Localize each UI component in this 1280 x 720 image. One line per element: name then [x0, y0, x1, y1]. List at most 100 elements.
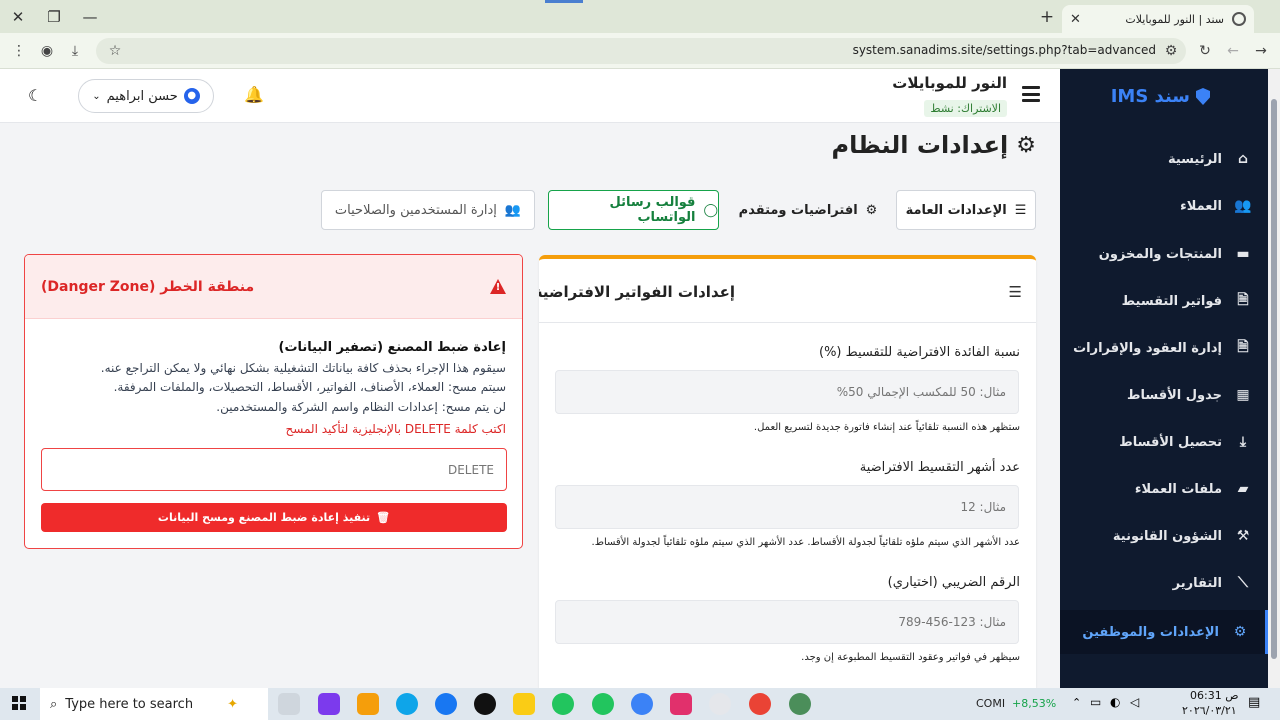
url-box[interactable]: system.sanadims.site/settings.php?tab=ad… [96, 38, 1186, 64]
tiktok-icon[interactable] [474, 693, 496, 715]
site-settings-icon[interactable]: ⚙ [1160, 40, 1182, 62]
sidebar-item-7[interactable]: ▰ ملفات العملاء [1060, 467, 1268, 511]
tray-chevron-icon[interactable]: ⌃ [1072, 696, 1081, 709]
tab-users-permissions[interactable]: 👥 إدارة المستخدمين والصلاحيات [321, 190, 535, 230]
scrollbar-thumb[interactable] [1271, 99, 1277, 659]
brand-logo[interactable]: سند IMS [1111, 86, 1210, 107]
battery-icon[interactable]: ▭ [1090, 695, 1101, 709]
sidebar: سند IMS ⌂ الرئيسية 👥 العملاء ▬ المنتجات والمخ… [1060, 69, 1268, 688]
sidebar-item-5[interactable]: ▦ جدول الأقساط [1060, 373, 1268, 417]
minimize-window-icon[interactable]: — [72, 0, 108, 33]
sliders-icon: ☰ [1008, 283, 1022, 301]
sidebar-item-label: تحصيل الأقساط [1119, 434, 1222, 450]
sidebar-item-4[interactable]: 🗎 إدارة العقود والإقرارات [1060, 326, 1268, 370]
new-tab-button[interactable]: + [1036, 6, 1058, 28]
tab-indicator [545, 0, 583, 3]
user-name: حسن ابراهيم [106, 88, 178, 104]
sidebar-item-0[interactable]: ⌂ الرئيسية [1060, 137, 1268, 181]
page-scrollbar[interactable] [1268, 69, 1280, 688]
chart-icon: ⟋ [1238, 575, 1248, 591]
sidebar-item-label: التقارير [1172, 575, 1222, 591]
sidebar-item-9[interactable]: ⟋ التقارير [1060, 561, 1268, 605]
store-icon[interactable] [357, 693, 379, 715]
more-menu-icon[interactable]: ⋮ [8, 40, 30, 62]
copilot-icon[interactable] [318, 693, 340, 715]
calendar-icon: ▦ [1236, 387, 1250, 403]
instagram-icon[interactable] [670, 693, 692, 715]
interest-rate-input[interactable] [555, 370, 1019, 414]
chrome-active-icon[interactable] [789, 693, 811, 715]
close-window-icon[interactable]: ✕ [0, 0, 36, 33]
sidebar-item-10[interactable]: ⚙ الإعدادات والموظفين [1060, 610, 1268, 654]
sparkle-icon: ✦ [227, 696, 238, 712]
will-delete-text: سيتم مسح: العملاء، الأصناف، الفواتير، ال… [113, 380, 506, 394]
stock-ticker[interactable]: COMI [976, 697, 1005, 710]
back-icon[interactable]: → [1250, 40, 1272, 62]
factory-reset-button[interactable]: 🗑 تنفيذ إعادة ضبط المصنع ومسح البيانات [41, 503, 507, 532]
months-input[interactable] [555, 485, 1019, 529]
volume-icon[interactable]: ◁ [1130, 695, 1139, 709]
tax-number-input[interactable] [555, 600, 1019, 644]
file-invoice-icon: 🗎 [1237, 292, 1249, 308]
sidebar-item-label: المنتجات والمخزون [1098, 246, 1222, 262]
subscription-badge: الاشتراك: نشط [924, 100, 1007, 117]
dark-mode-icon[interactable]: ☾ [28, 86, 42, 105]
reset-title: إعادة ضبط المصنع (تصفير البيانات) [278, 340, 507, 355]
browser-tab-bar: ✕ ❐ — + ✕ سند | النور للموبايلات [0, 0, 1280, 33]
clock-date[interactable]: ٢٠٢٦/٠٣/٢١ [1182, 704, 1237, 717]
danger-zone-card: ! منطقة الخطر (Danger Zone) إعادة ضبط ال… [24, 254, 523, 549]
clock-time[interactable]: 06:31 ص [1190, 689, 1239, 702]
forward-icon[interactable]: ← [1222, 40, 1244, 62]
tab-general-settings[interactable]: ☰ الإعدادات العامة [896, 190, 1036, 230]
task-view-icon[interactable] [278, 693, 300, 715]
menu-toggle-icon[interactable] [1022, 86, 1040, 102]
users-cog-icon: 👥 [504, 202, 522, 218]
page-title: ⚙ إعدادات النظام [832, 131, 1036, 159]
tab-label: إدارة المستخدمين والصلاحيات [334, 202, 497, 218]
cogs-icon: ⚙ [865, 202, 878, 218]
windows-start-icon[interactable] [12, 696, 26, 710]
taskbar-search[interactable]: ⌕ Type here to search ✦ [40, 688, 268, 720]
messenger-icon[interactable] [631, 693, 653, 715]
profile-icon[interactable]: ◉ [36, 40, 58, 62]
sidebar-item-3[interactable]: 🗎 فواتير التقسيط [1060, 279, 1268, 323]
facebook-icon[interactable] [435, 693, 457, 715]
user-menu[interactable]: ● حسن ابراهيم ⌄ [78, 79, 214, 113]
close-tab-icon[interactable]: ✕ [1070, 12, 1081, 27]
invoice-settings-card: ☰ إعدادات الفواتير الافتراضية نسبة الفائ… [539, 255, 1036, 688]
whatsapp-icon[interactable] [592, 693, 614, 715]
notification-icon[interactable]: ▤ [1248, 695, 1260, 710]
will-keep-text: لن يتم مسح: إعدادات النظام واسم الشركة و… [216, 400, 506, 414]
browser-tab[interactable]: ✕ سند | النور للموبايلات [1062, 5, 1254, 33]
trash-icon: 🗑 [376, 511, 391, 524]
tab-whatsapp-templates[interactable]: ◯ قوالب رسائل الواتساب [548, 190, 719, 230]
reload-icon[interactable]: ↻ [1194, 40, 1216, 62]
users-icon: 👥 [1234, 198, 1252, 214]
chatgpt-icon[interactable] [709, 693, 731, 715]
tab-title: سند | النور للموبايلات [1125, 12, 1224, 26]
gear-icon: ⚙ [1233, 624, 1247, 640]
sidebar-item-6[interactable]: ⤓ تحصيل الأقساط [1060, 420, 1268, 464]
chrome-icon[interactable] [749, 693, 771, 715]
tab-label: الإعدادات العامة [905, 202, 1007, 218]
sidebar-item-2[interactable]: ▬ المنتجات والمخزون [1060, 232, 1268, 276]
download-icon[interactable]: ⤓ [64, 40, 86, 62]
windows-taskbar: ⌕ Type here to search ✦ COMI +8,53% ⌃ ▭ … [0, 688, 1280, 720]
bookmark-star-icon[interactable]: ☆ [104, 40, 126, 62]
bell-icon[interactable]: 🔔 [244, 85, 264, 104]
tab-defaults-advanced[interactable]: ⚙ افتراضيات ومتقدم [730, 190, 886, 230]
sidebar-item-8[interactable]: ⚒ الشؤون القانونية [1060, 514, 1268, 558]
address-bar: system.sanadims.site/settings.php?tab=ad… [0, 33, 1280, 69]
restore-window-icon[interactable]: ❐ [36, 0, 72, 33]
file-contract-icon: 🗎 [1237, 339, 1249, 355]
card-title: إعدادات الفواتير الافتراضية [539, 283, 735, 301]
search-placeholder: Type here to search [65, 696, 194, 712]
edge-icon[interactable] [396, 693, 418, 715]
chevron-down-icon: ⌄ [92, 90, 101, 102]
delete-confirm-input[interactable] [41, 448, 507, 491]
snapchat-icon[interactable] [513, 693, 535, 715]
sidebar-item-1[interactable]: 👥 العملاء [1060, 184, 1268, 228]
network-icon[interactable]: ◐ [1110, 695, 1120, 709]
globe-icon [1232, 12, 1246, 26]
whatsapp-business-icon[interactable] [552, 693, 574, 715]
